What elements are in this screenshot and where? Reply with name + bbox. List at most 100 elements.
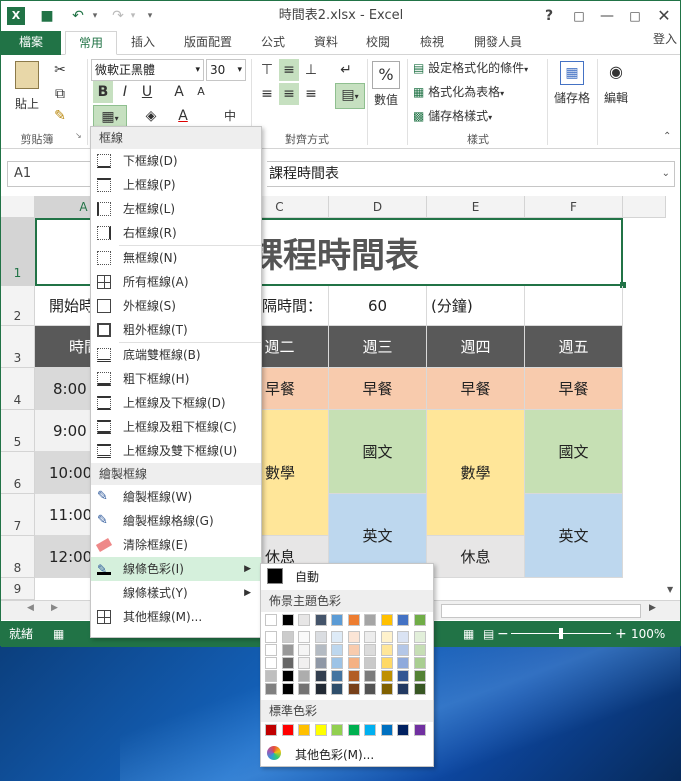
copy-icon[interactable]: ⧉: [49, 83, 71, 105]
theme-color-swatch[interactable]: [314, 657, 327, 669]
help-icon[interactable]: ?: [537, 1, 561, 31]
row-header-2[interactable]: 2: [1, 286, 35, 326]
day-header-fri[interactable]: 週五: [525, 326, 623, 368]
scroll-left-icon[interactable]: ◀: [27, 603, 39, 613]
menu-item-draw-border[interactable]: ✎ 繪製框線(W): [91, 485, 261, 509]
row-header-9[interactable]: 9: [1, 578, 35, 600]
menu-item-top-bottom[interactable]: 上框線及下框線(D): [91, 391, 261, 415]
tab-page-layout[interactable]: 版面配置: [171, 31, 245, 55]
unit-cell[interactable]: (分鐘): [427, 286, 525, 326]
theme-color-swatch[interactable]: [397, 644, 409, 656]
row-header-8[interactable]: 8: [1, 536, 35, 578]
theme-color-swatch[interactable]: [380, 683, 393, 695]
standard-color-swatch[interactable]: [397, 724, 409, 736]
theme-color-swatch[interactable]: [347, 670, 360, 682]
theme-color-swatch[interactable]: [281, 683, 294, 695]
row-header-3[interactable]: 3: [1, 326, 35, 368]
italic-icon[interactable]: I: [115, 81, 135, 103]
chinese-cell[interactable]: 國文: [329, 410, 427, 494]
theme-color-swatch[interactable]: [281, 670, 294, 682]
theme-color-swatch[interactable]: [298, 657, 310, 669]
close-icon[interactable]: ✕: [651, 1, 677, 31]
theme-color-swatch[interactable]: [364, 670, 376, 682]
standard-color-swatch[interactable]: [298, 724, 310, 736]
grow-font-icon[interactable]: A: [169, 81, 189, 103]
page-layout-view-icon[interactable]: ▤: [483, 621, 494, 647]
theme-color-swatch[interactable]: [281, 657, 294, 669]
more-colors-option[interactable]: 其他色彩(M)...: [261, 742, 433, 766]
theme-color-swatch[interactable]: [413, 631, 426, 643]
horizontal-scrollbar[interactable]: [441, 604, 641, 618]
theme-color-swatch[interactable]: [380, 631, 393, 643]
theme-color-swatch[interactable]: [331, 614, 343, 626]
conditional-format-button[interactable]: ▤ 設定格式化的條件▾: [413, 59, 547, 79]
menu-item-bottom-border[interactable]: 下框線(D): [91, 149, 261, 173]
cell-styles-button[interactable]: ▩ 儲存格樣式▾: [413, 107, 547, 127]
cut-icon[interactable]: ✂: [49, 59, 71, 81]
bold-icon[interactable]: B: [93, 81, 113, 103]
format-painter-icon[interactable]: ✎: [49, 105, 71, 127]
menu-item-line-color[interactable]: ✎ 線條色彩(I) ▶: [91, 557, 261, 581]
merge-center-icon[interactable]: ▤▾: [335, 83, 365, 109]
rest-cell[interactable]: 休息: [427, 536, 525, 578]
empty-cell[interactable]: [525, 286, 623, 326]
cells-button[interactable]: ▦ 儲存格: [551, 59, 593, 119]
theme-color-swatch[interactable]: [298, 644, 310, 656]
theme-color-swatch[interactable]: [265, 657, 277, 669]
menu-item-top-thick-bottom[interactable]: 上框線及粗下框線(C): [91, 415, 261, 439]
formula-input[interactable]: 課程時間表 ⌄: [267, 161, 675, 187]
theme-color-swatch[interactable]: [347, 683, 360, 695]
zoom-in-icon[interactable]: +: [615, 621, 627, 647]
zoom-slider-thumb[interactable]: [559, 628, 563, 639]
row-header-1[interactable]: 1: [1, 218, 35, 286]
minimize-icon[interactable]: —: [595, 1, 619, 31]
ribbon-display-icon[interactable]: □: [567, 1, 591, 31]
align-right-icon[interactable]: ≡: [301, 83, 321, 105]
excel-app-icon[interactable]: X: [7, 7, 25, 25]
theme-color-swatch[interactable]: [380, 644, 393, 656]
menu-item-left-border[interactable]: 左框線(L): [91, 197, 261, 221]
top-align-icon[interactable]: ⊤: [257, 59, 277, 81]
theme-color-swatch[interactable]: [413, 657, 426, 669]
theme-color-swatch[interactable]: [397, 657, 409, 669]
theme-color-swatch[interactable]: [397, 614, 409, 626]
theme-color-swatch[interactable]: [413, 683, 426, 695]
theme-color-swatch[interactable]: [265, 614, 277, 626]
theme-color-swatch[interactable]: [331, 657, 343, 669]
font-name-combo[interactable]: 微軟正黑體 ▾: [91, 59, 204, 81]
menu-item-more-borders[interactable]: 其他框線(M)...: [91, 605, 261, 629]
theme-color-swatch[interactable]: [331, 644, 343, 656]
theme-color-swatch[interactable]: [281, 614, 294, 626]
align-left-icon[interactable]: ≡: [257, 83, 277, 105]
column-header-d[interactable]: D: [329, 196, 427, 218]
day-header-thu[interactable]: 週四: [427, 326, 525, 368]
theme-color-swatch[interactable]: [331, 683, 343, 695]
clipboard-launcher-icon[interactable]: ↘: [75, 131, 85, 141]
editing-button[interactable]: ◉ 編輯: [601, 59, 631, 119]
theme-color-swatch[interactable]: [281, 644, 294, 656]
standard-color-swatch[interactable]: [265, 724, 277, 736]
theme-color-swatch[interactable]: [314, 644, 327, 656]
standard-color-swatch[interactable]: [380, 724, 393, 736]
theme-color-swatch[interactable]: [364, 631, 376, 643]
maximize-icon[interactable]: □: [623, 1, 647, 31]
theme-color-swatch[interactable]: [314, 614, 327, 626]
day-header-wed[interactable]: 週三: [329, 326, 427, 368]
wrap-text-icon[interactable]: ↵: [335, 59, 357, 81]
theme-color-swatch[interactable]: [298, 614, 310, 626]
menu-item-top-border[interactable]: 上框線(P): [91, 173, 261, 197]
align-center-icon[interactable]: ≡: [279, 83, 299, 105]
row-header-5[interactable]: 5: [1, 410, 35, 452]
theme-color-swatch[interactable]: [331, 631, 343, 643]
theme-color-swatch[interactable]: [298, 683, 310, 695]
tab-home[interactable]: 常用: [65, 31, 117, 55]
column-header-e[interactable]: E: [427, 196, 525, 218]
save-icon[interactable]: ■: [35, 1, 59, 31]
theme-color-swatch[interactable]: [347, 631, 360, 643]
theme-color-swatch[interactable]: [364, 614, 376, 626]
tab-review[interactable]: 校閱: [353, 31, 403, 55]
sign-in-link[interactable]: 登入: [649, 31, 681, 55]
font-color-icon[interactable]: A: [171, 105, 195, 127]
standard-color-swatch[interactable]: [331, 724, 343, 736]
column-header-f[interactable]: F: [525, 196, 623, 218]
